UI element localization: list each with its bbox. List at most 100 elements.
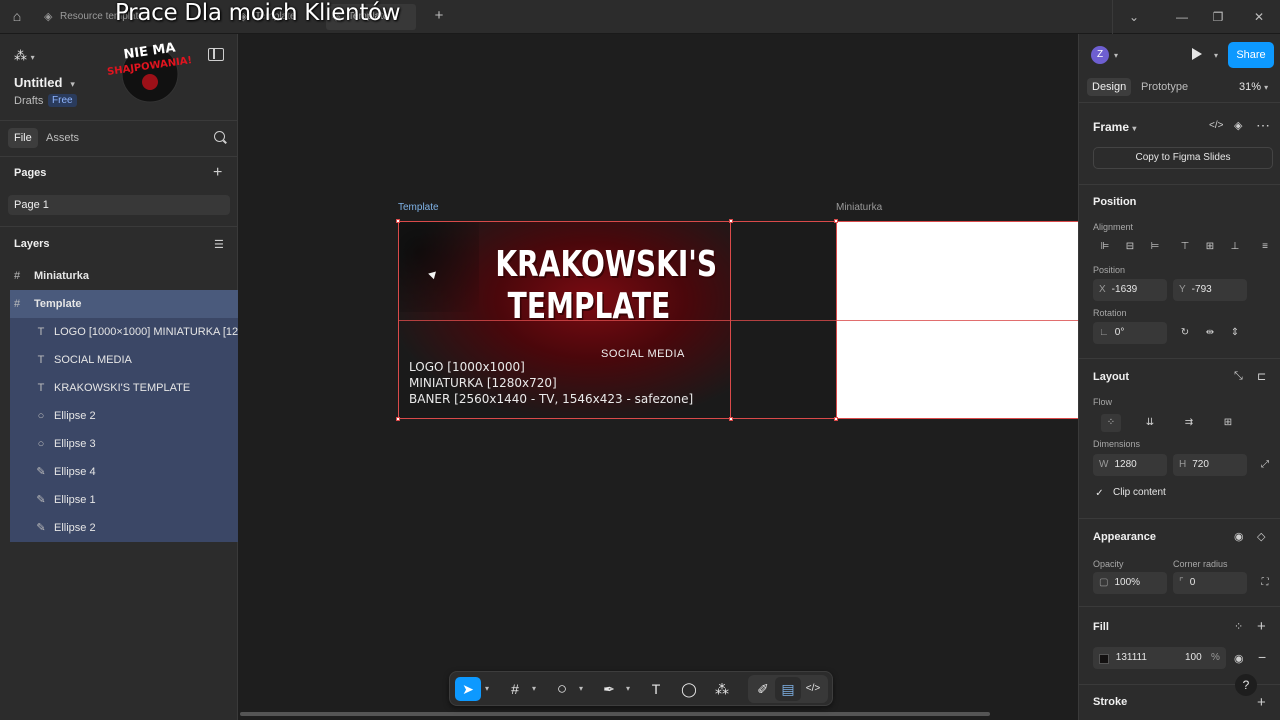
pen-tool-icon[interactable]: ✒ <box>596 677 622 701</box>
rotation-input[interactable]: ∟ 0° <box>1093 322 1167 344</box>
flip-horizontal-icon[interactable]: ⇹ <box>1200 324 1220 342</box>
fill-color-swatch[interactable] <box>1099 654 1109 664</box>
resize-handle[interactable] <box>396 219 400 223</box>
add-stroke-icon[interactable]: + <box>1257 694 1266 711</box>
tab-design[interactable]: Design <box>1087 78 1132 96</box>
resize-handle[interactable] <box>729 219 733 223</box>
resize-handle[interactable] <box>396 417 400 421</box>
remove-fill-icon[interactable]: − <box>1258 649 1266 665</box>
layer-row[interactable]: T SOCIAL MEDIA <box>10 346 238 374</box>
shape-tool-icon[interactable]: ○ <box>549 677 575 701</box>
add-page-button[interactable]: + <box>213 165 222 181</box>
tab-prototype[interactable]: Prototype <box>1136 78 1193 96</box>
blend-mode-icon[interactable]: ◇ <box>1257 530 1265 543</box>
layer-row[interactable]: ○ Ellipse 3 <box>10 430 238 458</box>
resize-handle[interactable] <box>834 219 838 223</box>
share-button[interactable]: Share <box>1228 42 1274 68</box>
align-center-v-icon[interactable]: ⊞ <box>1200 238 1220 256</box>
chevron-down-icon[interactable]: ▾ <box>623 677 633 701</box>
figma-menu-icon[interactable]: ⁂ ▾ <box>14 48 35 64</box>
template-title[interactable]: KRAKOWSKI'S TEMPLATE <box>495 244 717 328</box>
file-title[interactable]: Untitled ▾ <box>14 75 75 90</box>
flow-vertical-icon[interactable]: ⇊ <box>1140 414 1160 432</box>
chevron-down-icon[interactable]: ▾ <box>1114 51 1118 60</box>
component-icon[interactable]: ◈ <box>1234 119 1242 132</box>
frame-header[interactable]: Frame ▾ <box>1093 120 1136 134</box>
layer-row[interactable]: ✎ Ellipse 2 <box>10 514 238 542</box>
flow-grid-icon[interactable]: ⊞ <box>1218 414 1238 432</box>
layer-row[interactable]: T LOGO [1000×1000] MINIATURKA [1280×720] <box>10 318 238 346</box>
distribute-icon[interactable]: ≡ <box>1255 238 1275 256</box>
chevron-down-icon[interactable]: ▾ <box>529 677 539 701</box>
flow-horizontal-icon[interactable]: ⇉ <box>1179 414 1199 432</box>
frame-label-miniaturka[interactable]: Miniaturka <box>836 202 882 213</box>
restore-button[interactable]: ❐ <box>1204 6 1232 28</box>
text-tool-icon[interactable]: T <box>643 677 669 701</box>
layers-list-icon[interactable]: ☰ <box>214 238 224 251</box>
layer-row-selected[interactable]: # Template <box>10 290 238 318</box>
auto-layout-icon[interactable]: ⊏ <box>1257 370 1266 383</box>
height-input[interactable]: H 720 <box>1173 454 1247 476</box>
styles-icon[interactable]: ⁘ <box>1234 620 1243 633</box>
search-icon[interactable] <box>214 131 225 142</box>
x-input[interactable]: X -1639 <box>1093 279 1167 301</box>
y-input[interactable]: Y -793 <box>1173 279 1247 301</box>
avatar[interactable]: Z <box>1091 46 1109 64</box>
code-icon[interactable]: </> <box>1209 120 1223 131</box>
comment-tool-icon[interactable]: ◯ <box>676 677 702 701</box>
layer-row[interactable]: ○ Ellipse 2 <box>10 402 238 430</box>
chevron-down-icon[interactable]: ⌄ <box>1120 6 1148 28</box>
sidebar-toggle-icon[interactable] <box>208 48 224 61</box>
close-button[interactable]: ✕ <box>1245 6 1273 28</box>
layer-row[interactable]: # Miniaturka <box>10 262 238 290</box>
help-button[interactable]: ? <box>1235 674 1257 696</box>
new-tab-button[interactable]: + <box>430 6 448 26</box>
draw-mode-icon[interactable]: ✐ <box>750 677 776 701</box>
tab-file[interactable]: File <box>8 128 38 148</box>
copy-to-slides-button[interactable]: Copy to Figma Slides <box>1093 147 1273 169</box>
width-input[interactable]: W 1280 <box>1093 454 1167 476</box>
dev-mode-icon[interactable]: </> <box>800 677 826 701</box>
corner-radius-input[interactable]: ⌜ 0 <box>1173 572 1247 594</box>
layer-row[interactable]: ✎ Ellipse 4 <box>10 458 238 486</box>
flow-freeform-icon[interactable]: ⁘ <box>1101 414 1121 432</box>
eye-icon[interactable]: ◉ <box>1234 530 1244 543</box>
actions-icon[interactable]: ⁂ <box>709 677 735 701</box>
zoom-level[interactable]: 31% ▾ <box>1239 81 1268 93</box>
more-icon[interactable]: ⋯ <box>1256 117 1270 134</box>
chevron-down-icon[interactable]: ▾ <box>482 677 492 701</box>
align-top-icon[interactable]: ⊤ <box>1175 238 1195 256</box>
independent-corners-icon[interactable]: ⛶ <box>1255 574 1275 592</box>
add-fill-icon[interactable]: + <box>1257 618 1266 635</box>
template-specs[interactable]: LOGO [1000x1000] MINIATURKA [1280x720] B… <box>409 359 693 407</box>
align-left-icon[interactable]: ⊫ <box>1095 238 1115 256</box>
align-right-icon[interactable]: ⊨ <box>1145 238 1165 256</box>
horizontal-scrollbar[interactable] <box>240 712 990 716</box>
file-location[interactable]: Drafts <box>14 95 43 107</box>
clip-content-checkbox[interactable]: ✓ <box>1093 487 1106 500</box>
present-icon[interactable] <box>1192 48 1202 60</box>
minimize-button[interactable]: — <box>1168 6 1196 28</box>
resize-to-fit-icon[interactable]: ⤢ <box>1255 456 1275 474</box>
page-item[interactable]: Page 1 <box>8 195 230 215</box>
align-bottom-icon[interactable]: ⊥ <box>1225 238 1245 256</box>
eye-icon[interactable]: ◉ <box>1234 652 1244 665</box>
move-tool-icon[interactable]: ➤ <box>455 677 481 701</box>
chevron-down-icon[interactable]: ▾ <box>576 677 586 701</box>
chevron-down-icon[interactable]: ▾ <box>1214 51 1218 60</box>
layer-row[interactable]: T KRAKOWSKI'S TEMPLATE <box>10 374 238 402</box>
rotate-icon[interactable]: ↻ <box>1175 324 1195 342</box>
home-icon[interactable]: ⌂ <box>6 5 28 27</box>
resize-handle[interactable] <box>834 417 838 421</box>
design-mode-icon[interactable]: ▤ <box>775 677 801 701</box>
collapse-icon[interactable]: ⤡ <box>1234 370 1243 383</box>
frame-label-template[interactable]: Template <box>398 202 439 213</box>
tab-assets[interactable]: Assets <box>40 128 85 148</box>
opacity-input[interactable]: ▢ 100% <box>1093 572 1167 594</box>
frame-tool-icon[interactable]: # <box>502 677 528 701</box>
canvas[interactable]: Template Miniaturka KRAKOWSKI'S TEMPLATE… <box>238 34 1078 720</box>
resize-handle[interactable] <box>729 417 733 421</box>
flip-vertical-icon[interactable]: ⇕ <box>1225 324 1245 342</box>
align-center-h-icon[interactable]: ⊟ <box>1120 238 1140 256</box>
layer-row[interactable]: ✎ Ellipse 1 <box>10 486 238 514</box>
